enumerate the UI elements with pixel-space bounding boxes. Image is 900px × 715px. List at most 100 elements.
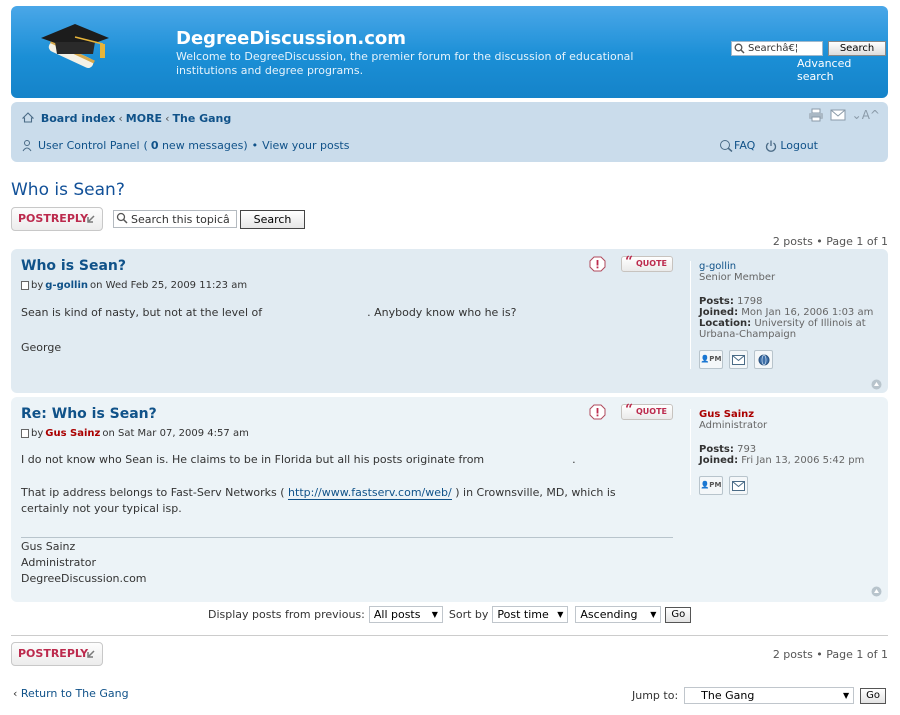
header-search-button[interactable]: Search [828, 41, 886, 56]
crumb-separator: ‹ [165, 112, 170, 125]
new-messages-label: new messages) [158, 139, 248, 152]
select-value: Ascending [580, 608, 638, 621]
jump-go-button[interactable]: Go [860, 687, 887, 704]
quote-button[interactable]: “QUOTE [621, 254, 673, 272]
post-title[interactable]: Who is Sean? [21, 258, 126, 274]
dropdown-arrow-icon: ▼ [557, 610, 564, 619]
contact-icons: 👤PM [699, 476, 880, 495]
search-topic-input[interactable]: Search this topicâ [113, 210, 237, 228]
display-posts-label: Display posts from previous: [208, 608, 365, 621]
topic-title[interactable]: Who is Sean? [11, 180, 125, 200]
profile-username[interactable]: g-gollin [699, 261, 880, 272]
post-text: I do not know who Sean is. He claims to … [21, 453, 485, 466]
quote-icon: “ [625, 254, 634, 270]
bullet-separator: • [251, 139, 259, 152]
quote-button[interactable]: “QUOTE [621, 402, 673, 420]
advanced-search-link[interactable]: Advanced search [797, 57, 888, 83]
graduation-cap-logo[interactable] [37, 20, 117, 80]
profile-joined: Joined: Fri Jan 13, 2006 5:42 pm [699, 455, 880, 466]
signature: Gus Sainz Administrator DegreeDiscussion… [21, 539, 147, 587]
user-control-panel-link[interactable]: User Control Panel [38, 139, 140, 152]
email-icon[interactable] [729, 476, 748, 495]
crumb-the-gang[interactable]: The Gang [172, 112, 231, 125]
reply-arrow-icon [87, 215, 95, 223]
back-to-top-icon[interactable] [871, 379, 882, 390]
joined-label: Joined: [699, 455, 739, 466]
report-icon[interactable] [589, 256, 606, 272]
fastserv-link[interactable]: http://www.fastserv.com/web/ [288, 486, 452, 500]
sort-order-select[interactable]: Ascending ▼ [575, 606, 662, 623]
post-author-link[interactable]: g-gollin [45, 280, 88, 291]
dropdown-arrow-icon: ▼ [843, 691, 850, 700]
signature-divider [21, 537, 673, 538]
search-icon [116, 212, 128, 224]
post-line: That ip address belongs to Fast-Serv Net… [21, 485, 681, 501]
faq-link[interactable]: FAQ [734, 139, 755, 152]
website-icon[interactable] [754, 350, 773, 369]
by-label: by [31, 428, 44, 439]
email-topic-icon[interactable] [830, 109, 846, 121]
back-to-top-icon[interactable] [871, 586, 882, 597]
pagination-top: 2 posts • Page 1 of 1 [772, 235, 888, 248]
profile-rank: Senior Member [699, 272, 776, 283]
location-label: Location: [699, 318, 752, 329]
post-reply-button[interactable]: POSTREPLY [11, 207, 103, 231]
reply-arrow-icon [87, 650, 95, 658]
profile-username[interactable]: Gus Sainz [699, 409, 880, 420]
return-to-forum-link[interactable]: Return to The Gang [21, 687, 129, 700]
quote-label: QUOTE [636, 407, 668, 416]
crumb-more[interactable]: MORE [126, 112, 162, 125]
crumb-board-index[interactable]: Board index [41, 112, 116, 125]
home-icon [21, 112, 35, 123]
profile-rank: Administrator [699, 420, 768, 431]
navbar: Board index ‹ MORE ‹ The Gang ⌄A^ User Contr… [11, 102, 888, 162]
dropdown-arrow-icon: ▼ [431, 610, 438, 619]
jump-to-select[interactable]: The Gang ▼ [684, 687, 855, 704]
search-icon [734, 43, 745, 54]
post-text: Sean is kind of nasty, but not at the le… [21, 306, 263, 319]
posts-label: Posts: [699, 296, 734, 307]
select-value: All posts [373, 608, 421, 621]
quote-icon: “ [625, 402, 634, 418]
by-label: by [31, 280, 44, 291]
breadcrumb: Board index ‹ MORE ‹ The Gang [21, 112, 231, 125]
post-author-link[interactable]: Gus Sainz [45, 428, 100, 439]
pm-icon[interactable]: 👤PM [699, 350, 723, 369]
sort-key-select[interactable]: Post time ▼ [492, 606, 569, 623]
crumb-separator: ‹ [118, 112, 123, 125]
search-topic-button[interactable]: Search [240, 210, 305, 229]
joined-date: Mon Jan 16, 2006 1:03 am [741, 307, 874, 318]
user-icon [22, 140, 32, 152]
post-title[interactable]: Re: Who is Sean? [21, 406, 157, 422]
post-2: Re: Who is Sean? by Gus Sainz on Sat Mar… [11, 397, 888, 602]
view-your-posts-link[interactable]: View your posts [262, 139, 349, 152]
post-profile: Gus Sainz Administrator Posts: 793 Joine… [690, 409, 880, 495]
divider [11, 635, 888, 636]
joined-date: Fri Jan 13, 2006 5:42 pm [741, 455, 865, 466]
logout-link[interactable]: Logout [780, 139, 818, 152]
report-icon[interactable] [589, 404, 606, 420]
post-meta: by g-gollin on Wed Feb 25, 2009 11:23 am [21, 280, 247, 291]
jump-to: Jump to: The Gang ▼ Go [632, 687, 887, 704]
site-title[interactable]: DegreeDiscussion.com [176, 28, 406, 49]
faq-icon [720, 140, 733, 152]
quote-label: QUOTE [636, 259, 668, 268]
print-icon[interactable] [808, 108, 824, 122]
post-date: on Wed Feb 25, 2009 11:23 am [90, 280, 248, 291]
posts-count[interactable]: 1798 [737, 296, 762, 307]
new-messages-link[interactable]: 0 new messages) [151, 139, 248, 152]
pm-icon[interactable]: 👤PM [699, 476, 723, 495]
post-line: George [21, 341, 62, 354]
signature-line: DegreeDiscussion.com [21, 572, 147, 585]
jump-to-label: Jump to: [632, 689, 679, 702]
display-go-button[interactable]: Go [665, 606, 692, 623]
joined-label: Joined: [699, 307, 739, 318]
posts-range-select[interactable]: All posts ▼ [368, 606, 443, 623]
posts-count[interactable]: 793 [737, 444, 756, 455]
font-size-icon[interactable]: ⌄A^ [852, 108, 880, 122]
email-icon[interactable] [729, 350, 748, 369]
post-icon [21, 429, 29, 438]
site-description: Welcome to DegreeDiscussion, the premier… [176, 50, 634, 77]
post-reply-button-bottom[interactable]: POSTREPLY [11, 642, 103, 666]
profile-location: Location: University of Illinois at Urba… [699, 318, 880, 340]
